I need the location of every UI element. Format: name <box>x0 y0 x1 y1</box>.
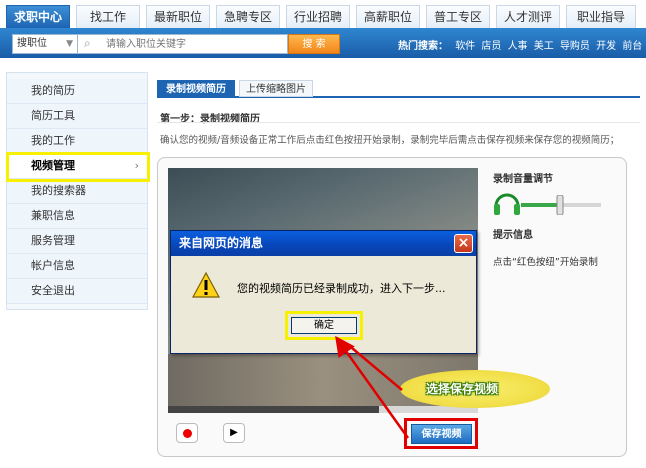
warning-icon <box>191 271 221 298</box>
hot-keyword[interactable]: 人事 <box>508 41 528 52</box>
hot-keyword[interactable]: 前台 <box>622 41 642 52</box>
sidebar-item-part-time[interactable]: 兼职信息 <box>7 204 147 229</box>
hot-search-label: 热门搜索： <box>398 41 448 52</box>
hot-keyword[interactable]: 美工 <box>534 41 554 52</box>
content-tabs: 录制视频简历 上传缩略图片 <box>157 80 640 98</box>
search-type-label: 搜职位 <box>17 38 47 49</box>
nav-tab-industry[interactable]: 行业招聘 <box>286 5 350 28</box>
hot-keyword[interactable]: 软件 <box>455 41 475 52</box>
search-type-select[interactable]: 搜职位 ▼ <box>12 34 78 54</box>
play-button[interactable]: ▶ <box>223 423 245 443</box>
nav-tab-find-job[interactable]: 找工作 <box>76 5 140 28</box>
hot-keyword[interactable]: 导购员 <box>560 41 590 52</box>
page-root: 求职中心 找工作 最新职位 急聘专区 行业招聘 高薪职位 普工专区 人才测评 职… <box>0 0 646 468</box>
sidebar-item-account-info[interactable]: 帐户信息 <box>7 254 147 279</box>
recording-progress-fill <box>168 406 379 413</box>
hint-title: 提示信息 <box>493 230 533 241</box>
play-icon: ▶ <box>230 427 238 438</box>
hot-keyword[interactable]: 店员 <box>481 41 501 52</box>
search-bar: 搜职位 ▼ ⌕ 搜 索 热门搜索： 软件 店员 人事 美工 导购员 开发 前台 <box>0 28 646 58</box>
message-dialog: 来自网页的消息 × 您的视频简历已经录制成功，进入下一步... 确定 <box>170 230 477 354</box>
search-button[interactable]: 搜 索 <box>288 34 340 54</box>
sidebar-item-logout[interactable]: 安全退出 <box>7 279 147 304</box>
ok-button[interactable]: 确定 <box>291 317 357 334</box>
nav-tab-high-salary[interactable]: 高薪职位 <box>356 5 420 28</box>
sidebar-item-service-management[interactable]: 服务管理 <box>7 229 147 254</box>
close-icon: × <box>457 235 470 251</box>
dialog-message: 您的视频简历已经录制成功，进入下一步... <box>237 282 446 295</box>
search-input[interactable] <box>106 37 282 52</box>
sidebar-item-resume-tools[interactable]: 简历工具 <box>7 104 147 129</box>
record-icon <box>183 429 192 438</box>
nav-tab-latest-jobs[interactable]: 最新职位 <box>146 5 210 28</box>
volume-control <box>493 189 603 217</box>
record-button[interactable] <box>176 423 198 443</box>
tab-record-video[interactable]: 录制视频简历 <box>157 80 235 97</box>
nav-tab-urgent[interactable]: 急聘专区 <box>216 5 280 28</box>
nav-tab-job-center[interactable]: 求职中心 <box>6 5 70 28</box>
tab-upload-thumbnail[interactable]: 上传缩略图片 <box>239 80 313 97</box>
save-video-button[interactable]: 保存视频 <box>411 424 472 444</box>
hot-keyword[interactable]: 开发 <box>596 41 616 52</box>
sidebar-item-my-resume[interactable]: 我的简历 <box>7 79 147 104</box>
sidebar: 我的简历 简历工具 我的工作 视频管理 › 我的搜索器 兼职信息 服务管理 帐户… <box>6 72 148 310</box>
annotation-callout: 选择保存视频 <box>400 370 550 408</box>
dialog-title-bar: 来自网页的消息 × <box>171 231 476 256</box>
nav-tab-talent-test[interactable]: 人才测评 <box>496 5 560 28</box>
top-nav: 求职中心 找工作 最新职位 急聘专区 行业招聘 高薪职位 普工专区 人才测评 职… <box>0 0 646 28</box>
search-field: ⌕ <box>78 34 288 54</box>
sidebar-item-my-work[interactable]: 我的工作 <box>7 129 147 154</box>
annotation-text: 选择保存视频 <box>426 382 499 396</box>
volume-slider[interactable] <box>521 195 601 215</box>
chevron-right-icon: › <box>134 159 139 172</box>
sidebar-item-label: 视频管理 <box>31 159 75 172</box>
recording-progress-bar[interactable] <box>168 406 478 413</box>
step-description: 确认您的视频/音频设备正常工作后点击红色按扭开始录制，录制完毕后需点击保存视频来… <box>160 135 620 146</box>
nav-tab-career-guide[interactable]: 职业指导 <box>566 5 636 28</box>
chevron-down-icon: ▼ <box>66 39 73 49</box>
divider <box>157 122 640 123</box>
dialog-title: 来自网页的消息 <box>179 236 264 250</box>
hint-text: 点击“红色按纽”开始录制 <box>493 257 598 268</box>
sidebar-item-my-searcher[interactable]: 我的搜索器 <box>7 179 147 204</box>
volume-title: 录制音量调节 <box>493 174 553 185</box>
close-button[interactable]: × <box>454 234 473 253</box>
search-icon: ⌕ <box>84 36 91 50</box>
hot-search: 热门搜索： 软件 店员 人事 美工 导购员 开发 前台 <box>398 37 645 52</box>
sidebar-item-video-management[interactable]: 视频管理 › <box>7 154 147 179</box>
nav-tab-general-labor[interactable]: 普工专区 <box>426 5 490 28</box>
